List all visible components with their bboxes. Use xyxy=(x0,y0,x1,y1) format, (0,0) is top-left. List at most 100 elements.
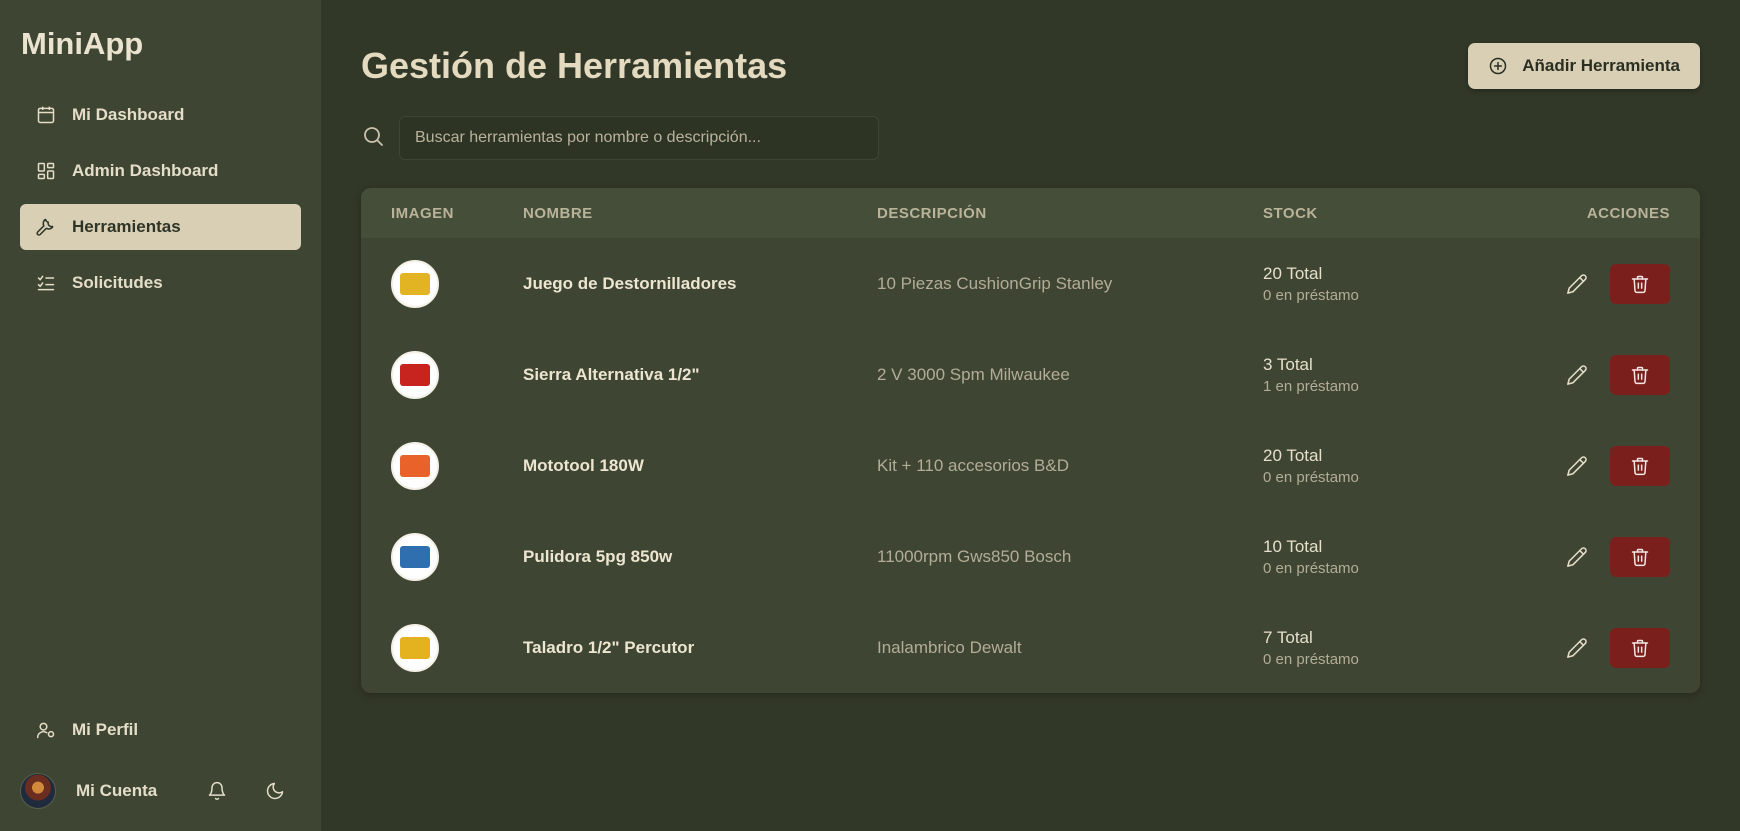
tool-name: Pulidora 5pg 850w xyxy=(523,546,673,566)
column-header-imagen: IMAGEN xyxy=(391,204,454,222)
notifications-button[interactable] xyxy=(207,781,227,801)
plus-circle-icon xyxy=(1489,57,1507,75)
tool-name: Juego de Destornilladores xyxy=(523,273,737,293)
table-row: Sierra Alternativa 1/2" 2 V 3000 Spm Mil… xyxy=(361,329,1700,420)
row-actions xyxy=(1563,536,1700,577)
stock-total: 20 Total xyxy=(1263,263,1323,283)
tool-stock: 20 Total 0 en préstamo xyxy=(1263,446,1563,486)
table-row: Mototool 180W Kit + 110 accesorios B&D 2… xyxy=(361,420,1700,511)
stock-on-loan: 0 en préstamo xyxy=(1263,286,1359,304)
pencil-icon xyxy=(1567,273,1587,294)
stock-on-loan: 0 en préstamo xyxy=(1263,559,1359,577)
sidebar-item-mi-dashboard[interactable]: Mi Dashboard xyxy=(20,92,301,138)
column-header-nombre: NOMBRE xyxy=(523,204,593,222)
edit-button[interactable] xyxy=(1566,455,1588,477)
theme-toggle-button[interactable] xyxy=(265,781,285,801)
tool-name: Taladro 1/2" Percutor xyxy=(523,637,695,657)
stock-total: 7 Total xyxy=(1263,627,1313,647)
delete-button[interactable] xyxy=(1610,445,1670,486)
sidebar-item-solicitudes[interactable]: Solicitudes xyxy=(20,260,301,306)
sidebar-item-label: Solicitudes xyxy=(72,273,163,292)
table-row: Taladro 1/2" Percutor Inalambrico Dewalt… xyxy=(361,602,1700,693)
delete-button[interactable] xyxy=(1610,536,1670,577)
bell-icon xyxy=(208,781,226,801)
tool-description: Inalambrico Dewalt xyxy=(877,637,1022,657)
tool-name: Sierra Alternativa 1/2" xyxy=(523,364,700,384)
sidebar-item-admin-dashboard[interactable]: Admin Dashboard xyxy=(20,148,301,194)
search-bar xyxy=(361,116,1700,160)
edit-button[interactable] xyxy=(1566,637,1588,659)
pencil-icon xyxy=(1567,546,1587,567)
column-header-stock: STOCK xyxy=(1263,204,1318,222)
page-header: Gestión de Herramientas Añadir Herramien… xyxy=(361,40,1700,92)
tool-stock: 7 Total 0 en préstamo xyxy=(1263,628,1563,668)
avatar[interactable] xyxy=(20,773,56,809)
tool-image xyxy=(391,532,439,581)
edit-button[interactable] xyxy=(1566,364,1588,386)
profile-label: Mi Perfil xyxy=(72,720,139,739)
tool-description: Kit + 110 accesorios B&D xyxy=(877,455,1069,475)
tool-image-swatch xyxy=(400,272,430,295)
page-title: Gestión de Herramientas xyxy=(361,45,788,86)
tool-image-swatch xyxy=(400,363,430,386)
stock-on-loan: 0 en préstamo xyxy=(1263,468,1359,486)
tool-image xyxy=(391,259,439,308)
pencil-icon xyxy=(1567,637,1587,658)
table-body: Juego de Destornilladores 10 Piezas Cush… xyxy=(361,238,1700,693)
pencil-icon xyxy=(1567,455,1587,476)
tool-image xyxy=(391,441,439,490)
trash-icon xyxy=(1631,275,1649,293)
tool-stock: 10 Total 0 en préstamo xyxy=(1263,537,1563,577)
tool-stock: 20 Total 0 en préstamo xyxy=(1263,264,1563,304)
trash-icon xyxy=(1631,366,1649,384)
grid-icon xyxy=(37,162,55,180)
search-input[interactable] xyxy=(399,116,879,160)
edit-button[interactable] xyxy=(1566,273,1588,295)
table-row: Pulidora 5pg 850w 11000rpm Gws850 Bosch … xyxy=(361,511,1700,602)
tool-image-swatch xyxy=(400,636,430,659)
sidebar-item-label: Admin Dashboard xyxy=(72,161,219,180)
delete-button[interactable] xyxy=(1610,263,1670,304)
sidebar-item-label: Herramientas xyxy=(72,217,181,236)
tool-description: 11000rpm Gws850 Bosch xyxy=(877,546,1072,566)
sidebar-item-herramientas[interactable]: Herramientas xyxy=(20,204,301,250)
add-tool-button[interactable]: Añadir Herramienta xyxy=(1468,43,1700,89)
tool-image xyxy=(391,350,439,399)
pencil-icon xyxy=(1567,364,1587,385)
stock-on-loan: 0 en préstamo xyxy=(1263,650,1359,668)
search-icon xyxy=(361,124,385,153)
sidebar-item-mi-perfil[interactable]: Mi Perfil xyxy=(20,707,301,753)
tool-stock: 3 Total 1 en préstamo xyxy=(1263,355,1563,395)
stock-total: 20 Total xyxy=(1263,445,1323,465)
trash-icon xyxy=(1631,457,1649,475)
column-header-acciones: ACCIONES xyxy=(1586,204,1670,222)
row-actions xyxy=(1563,445,1700,486)
calendar-icon xyxy=(37,106,55,124)
delete-button[interactable] xyxy=(1610,354,1670,395)
add-tool-label: Añadir Herramienta xyxy=(1522,56,1680,75)
column-header-descripcion: DESCRIPCIÓN xyxy=(877,204,987,222)
account-label[interactable]: Mi Cuenta xyxy=(76,781,157,801)
delete-button[interactable] xyxy=(1610,627,1670,668)
checklist-icon xyxy=(37,275,55,291)
stock-total: 3 Total xyxy=(1263,354,1313,374)
sidebar-nav: Mi Dashboard Admin Dashboard Herramienta… xyxy=(20,92,301,306)
account-row: Mi Cuenta xyxy=(20,771,301,811)
moon-icon xyxy=(267,782,284,800)
sidebar: MiniApp Mi Dashboard Admin Dashboard Her… xyxy=(0,0,321,831)
table-header: IMAGEN NOMBRE DESCRIPCIÓN STOCK ACCIONES xyxy=(361,188,1700,238)
tool-description: 10 Piezas CushionGrip Stanley xyxy=(877,273,1113,293)
tools-table: IMAGEN NOMBRE DESCRIPCIÓN STOCK ACCIONES… xyxy=(361,188,1700,693)
tool-image-swatch xyxy=(400,545,430,568)
tool-description: 2 V 3000 Spm Milwaukee xyxy=(877,364,1070,384)
brand-logo[interactable]: MiniApp xyxy=(20,26,301,62)
tool-image xyxy=(391,623,439,672)
edit-button[interactable] xyxy=(1566,546,1588,568)
user-settings-icon xyxy=(36,722,55,739)
stock-on-loan: 1 en préstamo xyxy=(1263,377,1359,395)
sidebar-item-label: Mi Dashboard xyxy=(72,105,185,124)
row-actions xyxy=(1563,627,1700,668)
trash-icon xyxy=(1631,548,1649,566)
row-actions xyxy=(1563,354,1700,395)
tool-image-swatch xyxy=(400,454,430,477)
